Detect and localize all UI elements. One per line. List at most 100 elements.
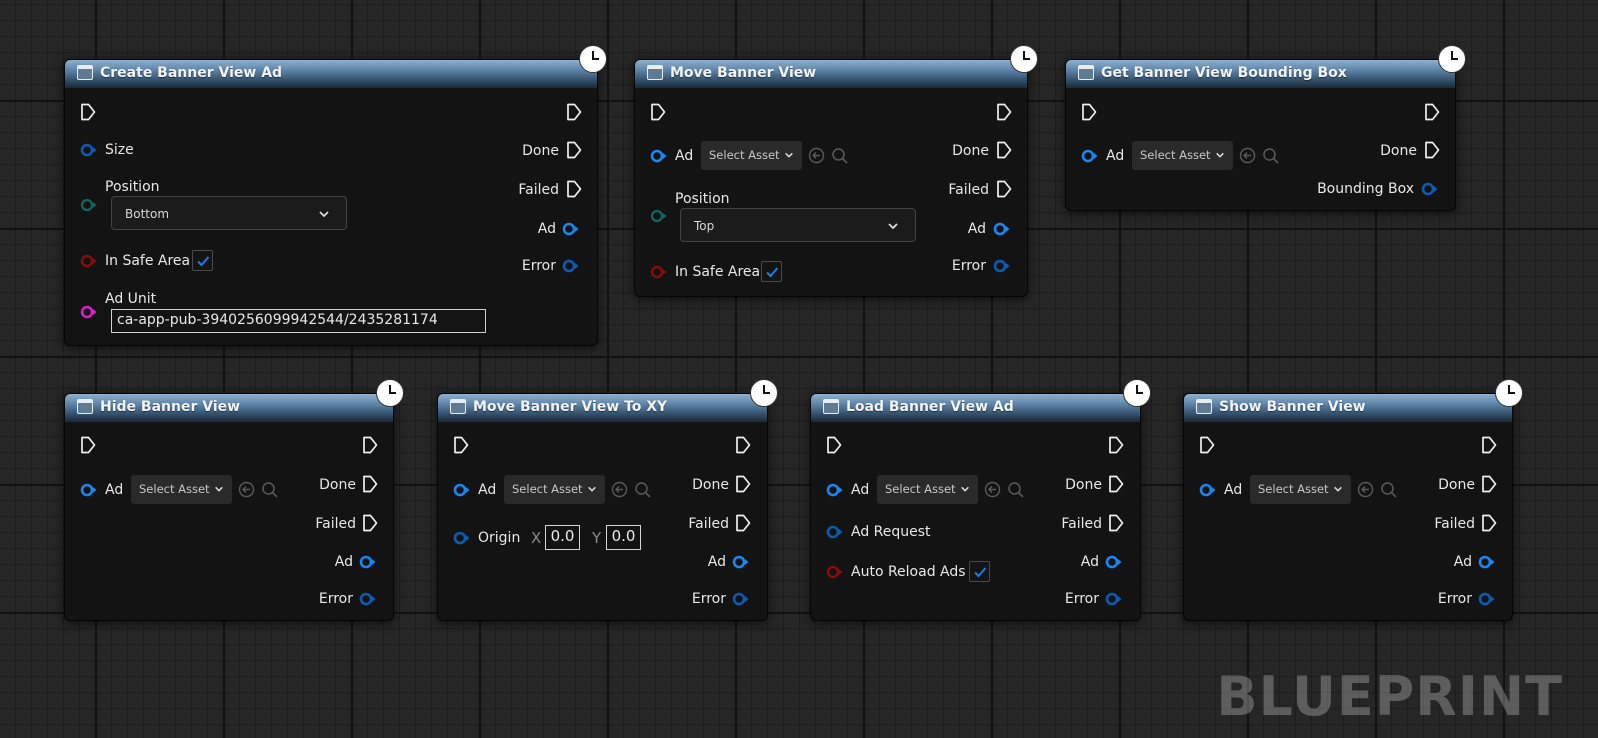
node-header[interactable]: Move Banner View — [635, 60, 1027, 88]
ad-output-pin-icon[interactable] — [732, 555, 749, 569]
ad-asset-picker[interactable]: Select Asset — [1132, 141, 1233, 170]
ad-pin-icon[interactable] — [1081, 149, 1098, 163]
use-selected-arrow-icon[interactable] — [611, 481, 628, 498]
ad-unit-pin-icon[interactable] — [80, 305, 97, 319]
ad-output-pin-icon[interactable] — [993, 222, 1010, 236]
error-label: Error — [691, 591, 726, 607]
exec-out-pin-icon[interactable] — [1481, 436, 1497, 454]
node-move-banner-view[interactable]: Move Banner View Ad Select Asset Positio… — [634, 45, 1038, 297]
position-dropdown[interactable]: Top — [680, 208, 916, 242]
ad-output-pin-icon[interactable] — [359, 555, 376, 569]
in-safe-area-checkbox[interactable] — [192, 250, 213, 271]
exec-out-pin-icon[interactable] — [1108, 436, 1124, 454]
ad-output-pin-icon[interactable] — [1105, 555, 1122, 569]
done-exec-pin-icon[interactable] — [735, 475, 751, 493]
exec-out-pin-icon[interactable] — [1424, 103, 1440, 121]
in-safe-area-pin-icon[interactable] — [650, 265, 667, 279]
use-selected-arrow-icon[interactable] — [1357, 481, 1374, 498]
origin-y-input[interactable]: 0.0 — [606, 525, 641, 550]
exec-out-pin-icon[interactable] — [566, 103, 582, 121]
exec-in-pin-icon[interactable] — [1199, 436, 1215, 454]
node-header[interactable]: Load Banner View Ad — [811, 394, 1140, 422]
node-header[interactable]: Hide Banner View — [65, 394, 393, 422]
node-hide-banner-view[interactable]: Hide Banner View Ad Select Asset Done Fa… — [64, 379, 404, 621]
node-header[interactable]: Get Banner View Bounding Box — [1066, 60, 1455, 88]
use-selected-arrow-icon[interactable] — [238, 481, 255, 498]
exec-in-pin-icon[interactable] — [1081, 103, 1097, 121]
ad-pin-icon[interactable] — [826, 483, 843, 497]
exec-in-pin-icon[interactable] — [650, 103, 666, 121]
auto-reload-ads-pin-icon[interactable] — [826, 565, 843, 579]
ad-pin-icon[interactable] — [453, 483, 470, 497]
node-move-banner-view-to-xy[interactable]: Move Banner View To XY Ad Select Asset O… — [437, 379, 778, 621]
failed-exec-pin-icon[interactable] — [996, 180, 1012, 198]
node-header[interactable]: Move Banner View To XY — [438, 394, 767, 422]
exec-out-pin-icon[interactable] — [996, 103, 1012, 121]
bounding-box-pin-icon[interactable] — [1421, 182, 1438, 196]
error-pin-icon[interactable] — [1105, 592, 1122, 606]
browse-search-icon[interactable] — [1007, 481, 1025, 499]
position-dropdown[interactable]: Bottom — [111, 196, 347, 230]
done-exec-pin-icon[interactable] — [1108, 475, 1124, 493]
node-load-banner-view-ad[interactable]: Load Banner View Ad Ad Select Asset Ad R… — [810, 379, 1151, 621]
done-exec-pin-icon[interactable] — [1481, 475, 1497, 493]
failed-exec-pin-icon[interactable] — [1481, 514, 1497, 532]
error-pin-icon[interactable] — [732, 592, 749, 606]
position-pin-icon[interactable] — [80, 198, 97, 212]
node-header[interactable]: Show Banner View — [1184, 394, 1512, 422]
error-pin-icon[interactable] — [562, 259, 579, 273]
use-selected-arrow-icon[interactable] — [808, 147, 825, 164]
node-get-banner-view-bounding-box[interactable]: Get Banner View Bounding Box Ad Select A… — [1065, 45, 1466, 211]
node-create-banner-view-ad[interactable]: Create Banner View Ad Size Position Bott… — [64, 45, 607, 346]
use-selected-arrow-icon[interactable] — [1239, 147, 1256, 164]
failed-exec-pin-icon[interactable] — [362, 514, 378, 532]
error-pin-icon[interactable] — [993, 259, 1010, 273]
ad-asset-picker[interactable]: Select Asset — [504, 475, 605, 504]
ad-asset-picker[interactable]: Select Asset — [877, 475, 978, 504]
node-header[interactable]: Create Banner View Ad — [65, 60, 597, 88]
ad-pin-icon[interactable] — [80, 483, 97, 497]
node-show-banner-view[interactable]: Show Banner View Ad Select Asset Done Fa… — [1183, 379, 1523, 621]
position-pin-icon[interactable] — [650, 209, 667, 223]
ad-asset-picker[interactable]: Select Asset — [1250, 475, 1351, 504]
browse-search-icon[interactable] — [634, 481, 652, 499]
exec-out-pin-icon[interactable] — [735, 436, 751, 454]
browse-search-icon[interactable] — [831, 147, 849, 165]
in-safe-area-pin-icon[interactable] — [80, 254, 97, 268]
browse-search-icon[interactable] — [1380, 481, 1398, 499]
chevron-down-icon — [784, 150, 794, 160]
error-pin-icon[interactable] — [1478, 592, 1495, 606]
ad-unit-input[interactable]: ca-app-pub-3940256099942544/2435281174 — [111, 309, 486, 333]
done-exec-pin-icon[interactable] — [362, 475, 378, 493]
auto-reload-ads-checkbox[interactable] — [969, 561, 990, 582]
in-safe-area-checkbox[interactable] — [761, 261, 782, 282]
failed-exec-pin-icon[interactable] — [735, 514, 751, 532]
ad-pin-icon[interactable] — [1199, 483, 1216, 497]
error-pin-icon[interactable] — [359, 592, 376, 606]
ad-label: Ad — [1224, 482, 1243, 498]
exec-in-pin-icon[interactable] — [80, 103, 96, 121]
ad-asset-picker[interactable]: Select Asset — [131, 475, 232, 504]
ad-output-pin-icon[interactable] — [562, 222, 579, 236]
done-label: Done — [692, 477, 729, 493]
origin-pin-icon[interactable] — [453, 531, 470, 545]
exec-out-pin-icon[interactable] — [362, 436, 378, 454]
done-exec-pin-icon[interactable] — [566, 141, 582, 159]
error-label: Error — [1064, 591, 1099, 607]
failed-exec-pin-icon[interactable] — [1108, 514, 1124, 532]
ad-output-pin-icon[interactable] — [1478, 555, 1495, 569]
exec-in-pin-icon[interactable] — [453, 436, 469, 454]
done-exec-pin-icon[interactable] — [1424, 141, 1440, 159]
use-selected-arrow-icon[interactable] — [984, 481, 1001, 498]
origin-x-input[interactable]: 0.0 — [545, 525, 580, 550]
size-pin-icon[interactable] — [80, 143, 97, 157]
ad-asset-picker[interactable]: Select Asset — [701, 141, 802, 170]
exec-in-pin-icon[interactable] — [80, 436, 96, 454]
done-exec-pin-icon[interactable] — [996, 141, 1012, 159]
browse-search-icon[interactable] — [1262, 147, 1280, 165]
exec-in-pin-icon[interactable] — [826, 436, 842, 454]
failed-exec-pin-icon[interactable] — [566, 180, 582, 198]
browse-search-icon[interactable] — [261, 481, 279, 499]
ad-request-pin-icon[interactable] — [826, 525, 843, 539]
ad-pin-icon[interactable] — [650, 149, 667, 163]
